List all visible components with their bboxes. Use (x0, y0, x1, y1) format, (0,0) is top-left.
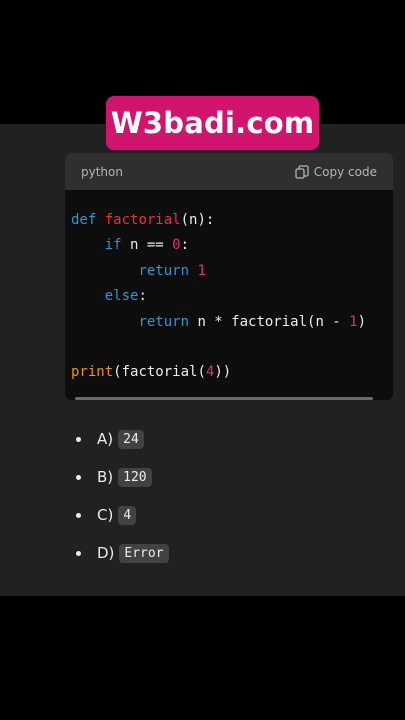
code-line: return n * factorial(n - 1) (71, 310, 393, 335)
option-value: 24 (118, 429, 144, 449)
option-letter: B) (97, 468, 114, 486)
option-letter: A) (97, 430, 114, 448)
code-token: : (138, 288, 147, 305)
bullet (76, 436, 81, 442)
code-token: print (71, 364, 114, 381)
horizontal-scrollbar[interactable] (75, 397, 373, 400)
code-token: 1 (197, 262, 206, 279)
code-token: : (180, 237, 190, 254)
bullet (76, 512, 81, 518)
code-token: (factorial( (113, 364, 206, 381)
code-content: def factorial(n): if n == 0: return 1 el… (65, 190, 393, 386)
code-token: factorial (104, 212, 181, 228)
bullet (76, 550, 81, 556)
copy-code-button[interactable]: Copy code (295, 165, 377, 179)
option-value: 120 (118, 467, 152, 487)
code-token: def (71, 212, 97, 228)
code-line: return 1 (71, 259, 393, 284)
option-letter: C) (97, 506, 114, 524)
code-block: python Copy code def factorial(n): if n … (65, 153, 393, 400)
code-token: (n): (180, 212, 215, 228)
copy-code-label: Copy code (313, 164, 377, 179)
code-line: print(factorial(4)) (71, 360, 393, 385)
code-line: if n == 0: (71, 233, 393, 258)
answer-option: B) 120 (76, 458, 376, 496)
answer-option: A) 24 (76, 420, 376, 458)
option-value: Error (119, 543, 169, 563)
code-token: 0 (172, 237, 181, 254)
code-token: ) (357, 313, 367, 330)
code-token: n * factorial(n - (189, 313, 350, 330)
code-language-label: python (81, 164, 123, 179)
bullet (76, 474, 81, 480)
code-line: else: (71, 284, 393, 309)
code-token: n == (121, 237, 173, 254)
answer-option: C) 4 (76, 496, 376, 534)
answer-option: D) Error (76, 534, 376, 572)
code-token: 1 (349, 313, 358, 330)
answer-options: A) 24 B) 120 C) 4 D) Error (76, 420, 376, 572)
code-line: def factorial(n): (71, 208, 393, 233)
code-token: )) (214, 364, 232, 381)
option-value: 4 (118, 505, 137, 525)
code-header: python Copy code (65, 153, 393, 190)
option-letter: D) (97, 544, 115, 562)
copy-icon (295, 164, 309, 179)
brand-watermark: W3badi.com (106, 96, 319, 150)
code-token: return (138, 262, 190, 279)
code-token: else (104, 288, 139, 305)
code-token: if (104, 237, 122, 254)
code-token: return (138, 313, 190, 330)
